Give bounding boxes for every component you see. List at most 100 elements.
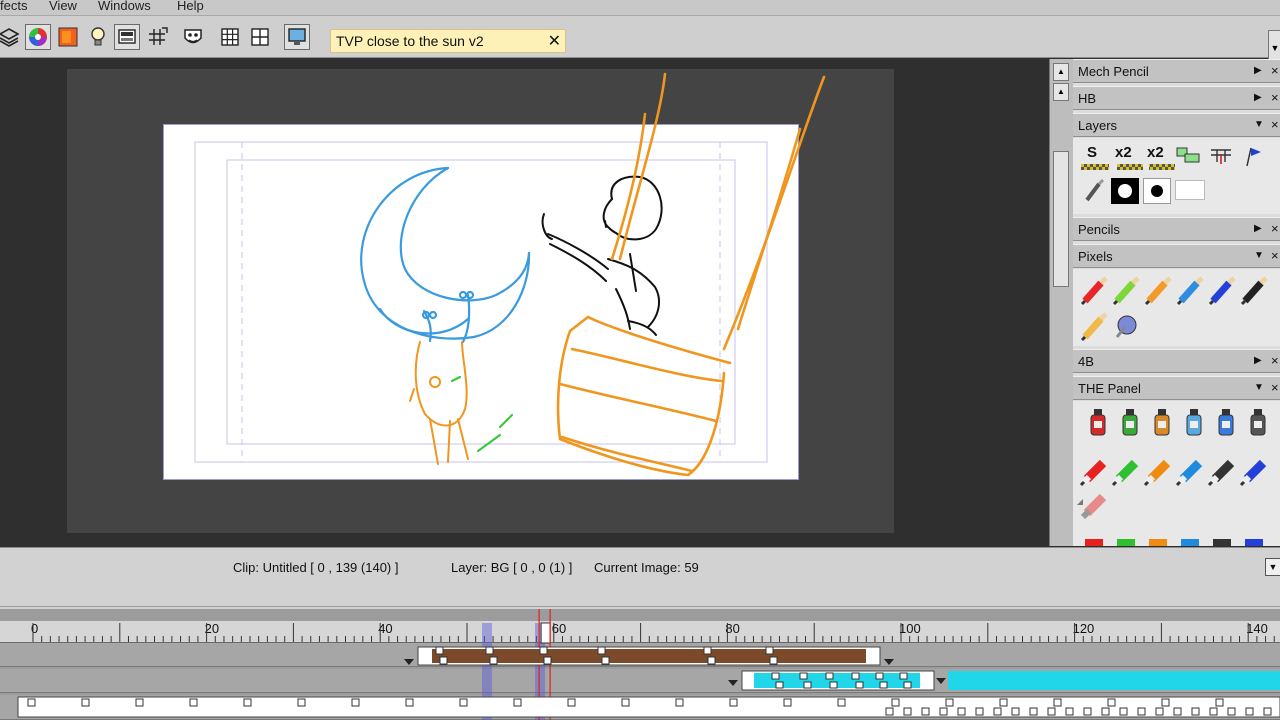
ruler-label: 20 <box>204 621 220 636</box>
color-wheel-icon[interactable] <box>25 24 51 50</box>
ink-bottle-icon[interactable] <box>1218 409 1234 436</box>
pencil-preset-icon[interactable] <box>1240 276 1268 306</box>
document-tab-close-icon[interactable]: ✕ <box>548 31 561 51</box>
mask-icon[interactable] <box>180 24 206 50</box>
marker-preset-icon[interactable] <box>1111 459 1139 487</box>
tool-panel: Mech Pencil ▶ × HB ▶ × Layers ▼ × S x2 x… <box>1073 59 1280 546</box>
window-split-icon[interactable] <box>247 24 273 50</box>
grid-icon[interactable] <box>217 24 243 50</box>
marker-preset-icon[interactable] <box>1213 539 1231 546</box>
timeline-ruler[interactable]: 0 20 40 60 80 100 120 140 <box>0 621 1280 643</box>
pencil-presets[interactable] <box>1073 269 1280 346</box>
panel-header-4b[interactable]: 4B ▶ × <box>1073 349 1280 373</box>
menu-effects[interactable]: fects <box>0 0 27 13</box>
marker-preset-icon[interactable] <box>1181 539 1199 546</box>
panel-header-layers[interactable]: Layers ▼ × <box>1073 113 1280 137</box>
ink-marker-presets[interactable] <box>1073 401 1280 546</box>
ink-bottle-icon[interactable] <box>1186 409 1202 436</box>
menu-help[interactable]: Help <box>177 0 204 13</box>
status-dropdown-button[interactable]: ▼ <box>1265 558 1280 576</box>
marker-preset-icon[interactable] <box>1245 539 1263 546</box>
panel-scrollbar[interactable]: ▲ ▲ <box>1049 59 1073 546</box>
marker-preset-icon[interactable] <box>1149 539 1167 546</box>
panel-header-label: HB <box>1078 91 1097 106</box>
panel-header-pencils[interactable]: Pencils ▶ × <box>1073 217 1280 241</box>
document-tab[interactable]: TVP close to the sun v2 ✕ <box>330 29 566 53</box>
layer-lightbox-icon[interactable] <box>1175 146 1203 166</box>
ink-bottle-icon[interactable] <box>1154 409 1170 436</box>
collapse-arrow-icon[interactable]: ▼ <box>1254 119 1264 130</box>
ink-bottle-icon[interactable] <box>1250 409 1266 436</box>
timeline-track-brown[interactable] <box>0 643 1280 667</box>
scroll-up-arrow-icon[interactable]: ▲ <box>1053 63 1069 81</box>
collapse-arrow-icon[interactable]: ▼ <box>1254 382 1264 393</box>
layer-blank-swatch[interactable] <box>1175 180 1205 200</box>
group-arrow-icon[interactable] <box>1077 499 1083 505</box>
timeline[interactable]: 0 20 40 60 80 100 120 140 Hold <box>0 609 1280 720</box>
scroll-up-fast-icon[interactable]: ▲ <box>1053 83 1069 101</box>
pencil-preset-icon[interactable] <box>1176 276 1204 306</box>
ruler-label: 100 <box>899 621 921 636</box>
marker-preset-icon[interactable] <box>1079 459 1107 487</box>
marker-preset-icon[interactable] <box>1117 539 1135 546</box>
transform-icon[interactable] <box>144 24 170 50</box>
layer-brush-icon[interactable] <box>1081 178 1109 204</box>
layer-x2-button-b[interactable]: x2 <box>1147 144 1164 161</box>
marker-preset-icon[interactable] <box>1143 459 1171 487</box>
marker-preset-icon[interactable] <box>1085 539 1103 546</box>
scroll-thumb[interactable] <box>1053 151 1069 287</box>
close-icon[interactable]: × <box>1271 221 1279 236</box>
close-icon[interactable]: × <box>1271 90 1279 105</box>
layer-stamp-icon[interactable] <box>1207 146 1235 166</box>
status-bar: Clip: Untitled [ 0 , 139 (140) ] Layer: … <box>0 547 1280 609</box>
layer-mask-white-icon[interactable] <box>1143 178 1171 204</box>
panel-header-label: Layers <box>1078 118 1118 133</box>
panel-header-label: Pixels <box>1078 249 1113 264</box>
menu-windows[interactable]: Windows <box>98 0 151 13</box>
expand-arrow-icon[interactable]: ▶ <box>1254 223 1262 234</box>
pixels-panel-body <box>1073 269 1280 346</box>
ink-bottle-icon[interactable] <box>1122 409 1138 436</box>
timeline-track-cyan[interactable]: Hold <box>0 669 1280 693</box>
pencil-preset-icon[interactable] <box>1144 276 1172 306</box>
close-icon[interactable]: × <box>1271 380 1279 395</box>
menu-bar: fects View Windows Help <box>0 0 1280 16</box>
marker-preset-icon[interactable] <box>1239 459 1267 487</box>
layer-mask-black-icon[interactable] <box>1111 178 1139 204</box>
pencil-preset-icon[interactable] <box>1080 276 1108 306</box>
pencil-preset-icon[interactable] <box>1112 276 1140 306</box>
expand-arrow-icon[interactable]: ▶ <box>1254 65 1262 76</box>
close-icon[interactable]: × <box>1271 248 1279 263</box>
lightbulb-icon[interactable] <box>85 24 111 50</box>
color-swatch-icon[interactable] <box>55 24 81 50</box>
layers-stack-icon[interactable] <box>0 24 22 50</box>
eraser-brush-icon[interactable] <box>1115 315 1137 338</box>
panel-header-pixels[interactable]: Pixels ▼ × <box>1073 244 1280 268</box>
pencil-preset-icon[interactable] <box>1208 276 1236 306</box>
ruler-label: 40 <box>378 621 393 636</box>
marker-preset-icon[interactable] <box>1207 459 1235 487</box>
menu-view[interactable]: View <box>49 0 77 13</box>
monitor-icon[interactable] <box>284 24 310 50</box>
panel-header-mech-pencil[interactable]: Mech Pencil ▶ × <box>1073 59 1280 83</box>
collapse-arrow-icon[interactable]: ▼ <box>1254 250 1264 261</box>
marker-preset-icon[interactable] <box>1175 459 1203 487</box>
close-icon[interactable]: × <box>1271 353 1279 368</box>
panel-header-the-panel[interactable]: THE Panel ▼ × <box>1073 376 1280 400</box>
display-settings-icon[interactable] <box>114 24 140 50</box>
timeline-track-bg[interactable] <box>0 695 1280 720</box>
layer-solo-button[interactable]: S <box>1087 144 1097 161</box>
layer-x2-button-a[interactable]: x2 <box>1115 144 1132 161</box>
layer-info: Layer: BG [ 0 , 0 (1) ] <box>451 560 573 575</box>
toolbar: TVP close to the sun v2 ✕ ▼ <box>0 16 1280 64</box>
canvas-viewport[interactable] <box>0 59 1049 546</box>
pencil-preset-icon[interactable] <box>1080 312 1108 342</box>
close-icon[interactable]: × <box>1271 117 1279 132</box>
expand-arrow-icon[interactable]: ▶ <box>1254 355 1262 366</box>
panel-header-hb[interactable]: HB ▶ × <box>1073 86 1280 110</box>
layer-flag-icon[interactable] <box>1239 146 1267 168</box>
close-icon[interactable]: × <box>1271 63 1279 78</box>
ink-bottle-icon[interactable] <box>1090 409 1106 436</box>
eraser-marker-icon[interactable] <box>1080 493 1107 520</box>
expand-arrow-icon[interactable]: ▶ <box>1254 92 1262 103</box>
